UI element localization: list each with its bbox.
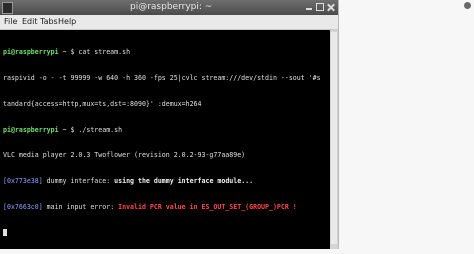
terminal-output[interactable]: pi@raspberrypi ~ $ cat stream.sh raspivi… [0, 30, 330, 249]
log-message: using the dummy interface module... [114, 177, 254, 186]
close-icon[interactable] [327, 3, 335, 11]
terminal-line: VLC media player 2.0.3 Twoflower (revisi… [3, 151, 246, 160]
terminal-window: pi@raspberrypi: ~ File Edit Tabs Help pi… [0, 0, 339, 249]
terminal-line: raspivid -o - -t 99999 -w 640 -h 360 -fp… [3, 73, 321, 82]
title-bar[interactable]: pi@raspberrypi: ~ [0, 0, 338, 15]
log-address: [0x7663c0] [3, 202, 43, 211]
terminal-line: pi@raspberrypi ~ $ cat stream.sh [3, 48, 321, 57]
menu-edit[interactable]: Edit [22, 17, 38, 26]
log-source: main input error: [42, 202, 119, 211]
log-address: [0x773e38] [3, 177, 43, 186]
log-source: dummy interface: [42, 177, 115, 186]
window-title: pi@raspberrypi: ~ [130, 2, 213, 12]
scroll-thumb[interactable] [331, 32, 337, 244]
scrollbar[interactable] [330, 30, 338, 249]
menu-file[interactable]: File [4, 17, 17, 26]
shell-prompt: pi@raspberrypi [3, 125, 59, 134]
menu-tabs[interactable]: Tabs [40, 17, 58, 26]
minimize-icon[interactable] [305, 3, 313, 11]
status-icon [464, 2, 471, 9]
error-message: Invalid PCR value in ES_OUT_SET_(GROUP_)… [118, 202, 297, 211]
shell-command: ~ $ cat stream.sh [58, 48, 131, 57]
menu-help[interactable]: Help [58, 17, 76, 26]
maximize-icon[interactable] [316, 3, 324, 11]
terminal-line: [0x773e38] dummy interface: using the du… [3, 177, 321, 186]
terminal-line: [0x7663c0] main input error: Invalid PCR… [3, 203, 321, 212]
terminal-icon [2, 2, 13, 14]
terminal-line: tandard{access=http,mux=ts,dst=:8090}' :… [3, 99, 202, 108]
shell-command: ~ $ ./stream.sh [58, 125, 123, 134]
cursor-line [3, 228, 321, 238]
terminal-line: pi@raspberrypi ~ $ ./stream.sh [3, 126, 321, 135]
shell-prompt: pi@raspberrypi [3, 48, 59, 57]
menu-bar: File Edit Tabs Help [0, 15, 338, 30]
text-cursor [3, 228, 7, 236]
